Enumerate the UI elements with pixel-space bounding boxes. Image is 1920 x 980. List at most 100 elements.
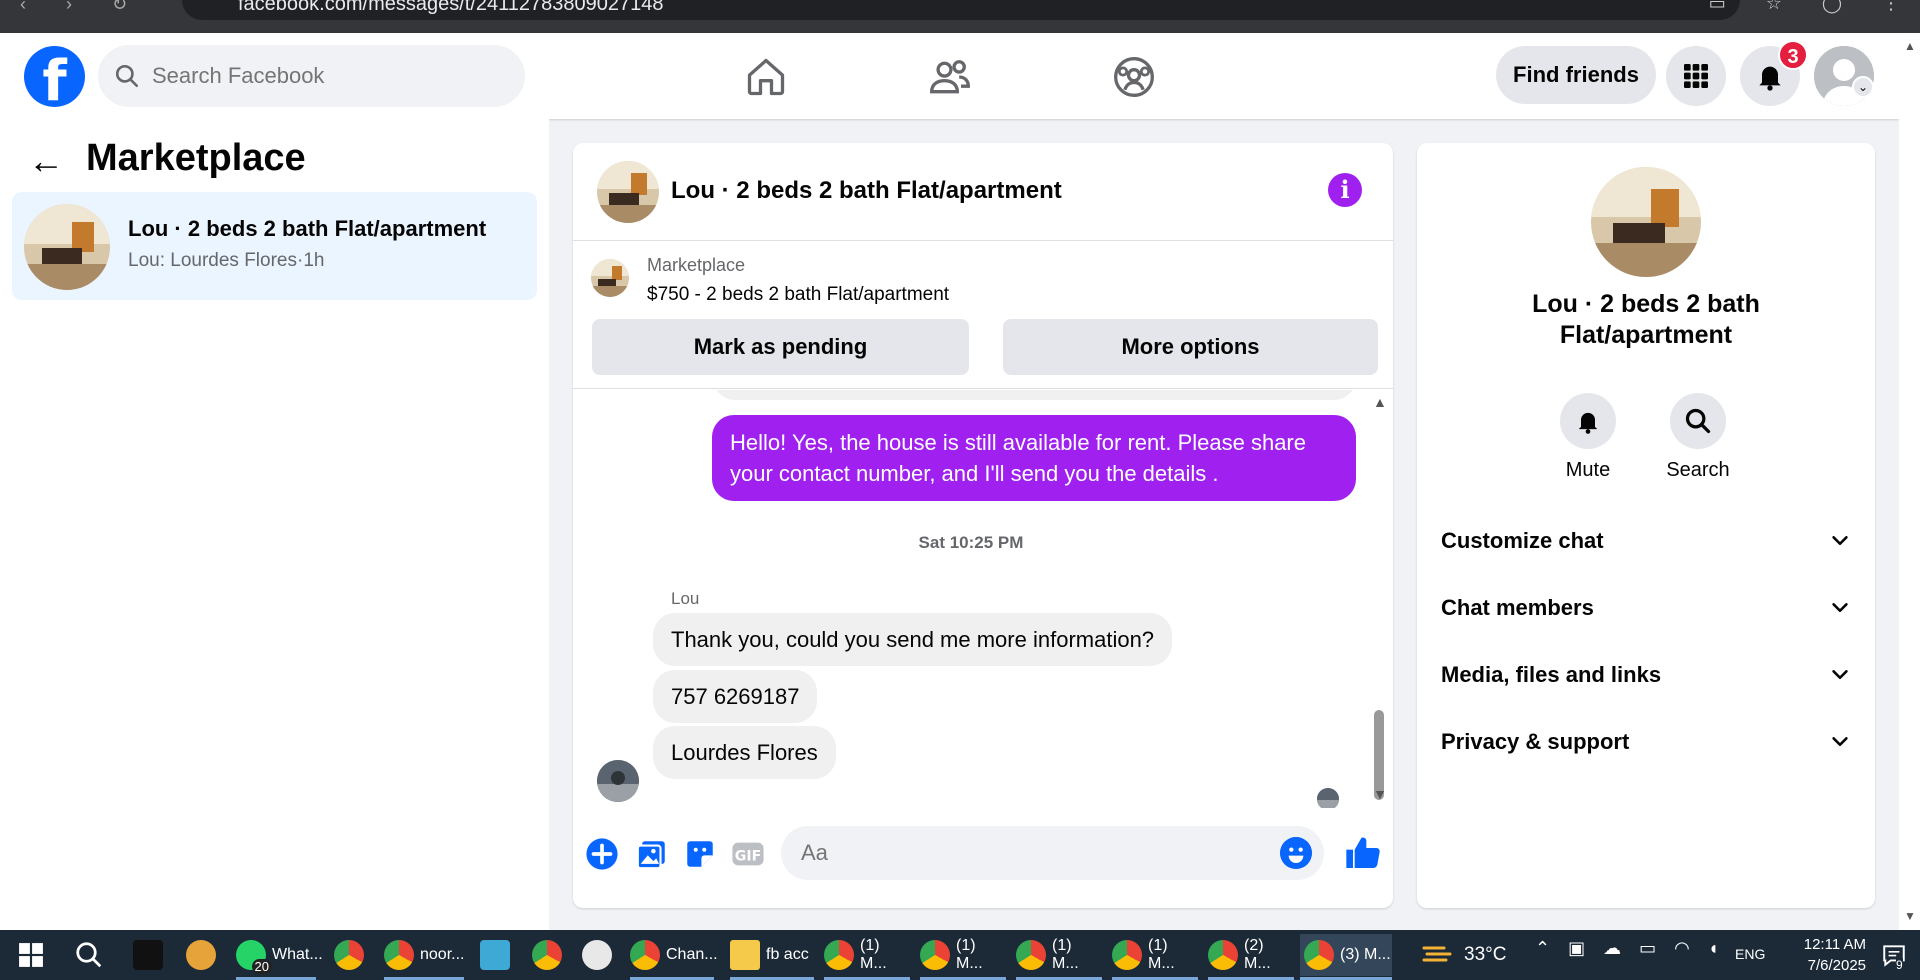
find-friends-button[interactable]: Find friends — [1496, 46, 1656, 104]
tray-volume-icon[interactable]: ◖ — [1708, 938, 1719, 959]
message-list[interactable]: Hello! Yes, the house is still available… — [573, 390, 1393, 808]
listing-small-thumbnail[interactable] — [591, 259, 629, 297]
taskbar-chrome[interactable] — [532, 934, 568, 976]
taskbar-folder-window[interactable]: fb acc — [730, 934, 814, 980]
listing-price-title[interactable]: $750 - 2 beds 2 bath Flat/apartment — [647, 284, 949, 306]
grid-menu-icon — [1684, 64, 1708, 88]
taskbar-chrome-window[interactable]: Chan... — [630, 934, 718, 980]
emoji-icon[interactable] — [1280, 837, 1312, 869]
star-icon[interactable]: ☆ — [1766, 0, 1782, 12]
incoming-message[interactable]: 757 6269187 — [653, 670, 818, 723]
menu-button[interactable] — [1666, 46, 1726, 106]
notification-count-badge: 3 — [1778, 40, 1808, 70]
facebook-header: f Find friends 3 ⌄ — [0, 33, 1899, 119]
tray-chevron-icon[interactable]: ⌃ — [1535, 938, 1550, 959]
chrome-icon — [630, 940, 660, 970]
mark-as-pending-button[interactable]: Mark as pending — [592, 319, 969, 375]
taskbar-chrome-window[interactable]: (1) M... — [1112, 934, 1198, 980]
section-chat-members[interactable]: Chat members — [1441, 588, 1851, 628]
info-icon[interactable]: i — [1328, 173, 1362, 207]
scroll-down-icon[interactable]: ▼ — [1373, 786, 1387, 802]
section-privacy-support[interactable]: Privacy & support — [1441, 722, 1851, 762]
search-input[interactable] — [152, 63, 492, 89]
reload-icon[interactable]: ↻ — [112, 0, 127, 18]
more-options-button[interactable]: More options — [1003, 319, 1378, 375]
message-input[interactable] — [781, 826, 1324, 880]
profile-icon[interactable]: ◯ — [1822, 0, 1842, 12]
chat-title[interactable]: Lou · 2 beds 2 bath Flat/apartment — [671, 177, 1062, 205]
tray-device-icon[interactable]: ▣ — [1568, 938, 1585, 959]
chat-window: Lou · 2 beds 2 bath Flat/apartment i Mar… — [573, 143, 1393, 908]
chat-scrollbar[interactable]: ▲ ▼ — [1369, 390, 1389, 808]
photo-icon[interactable] — [635, 837, 669, 871]
gif-icon[interactable]: GIF — [731, 837, 765, 871]
search-button[interactable] — [1670, 393, 1726, 449]
taskbar-pinned-app[interactable] — [186, 934, 222, 976]
scroll-up-icon[interactable]: ▲ — [1373, 394, 1387, 410]
chevron-down-icon — [1832, 670, 1848, 680]
nav-friends[interactable] — [924, 51, 976, 103]
search-action[interactable]: Search — [1643, 393, 1753, 482]
mute-label: Mute — [1565, 459, 1611, 481]
message-timestamp: Sat 10:25 PM — [918, 533, 1024, 552]
taskbar-chrome-window[interactable]: (2) M... — [1208, 934, 1294, 980]
taskbar-pinned-app[interactable] — [133, 934, 169, 976]
taskbar-label: (3) M... — [1340, 946, 1391, 963]
sticker-icon[interactable] — [683, 837, 717, 871]
section-media-files-links[interactable]: Media, files and links — [1441, 655, 1851, 695]
page-scrollbar[interactable]: ▲ ▼ — [1899, 33, 1920, 930]
page-scroll-up-icon[interactable]: ▲ — [1904, 39, 1916, 53]
taskbar-whatsapp[interactable]: 20 What... — [236, 934, 323, 980]
windows-start-icon[interactable] — [18, 942, 44, 968]
back-icon[interactable]: ‹ — [20, 0, 26, 18]
taskbar-chrome-window[interactable]: (1) M... — [920, 934, 1006, 980]
chat-header: Lou · 2 beds 2 bath Flat/apartment i — [573, 143, 1393, 241]
windows-taskbar: 20 What... noor... Chan... fb acc (1) M.… — [0, 930, 1920, 980]
conversation-item[interactable]: Lou · 2 beds 2 bath Flat/apartment Lou: … — [12, 192, 537, 300]
menu-icon[interactable]: ⋮ — [1882, 0, 1900, 12]
system-clock[interactable]: 12:11 AM 7/6/2025 — [1778, 934, 1866, 976]
notification-center-icon[interactable] — [1880, 942, 1908, 968]
tray-battery-icon[interactable]: ▭ — [1639, 938, 1656, 959]
taskbar-search-icon[interactable] — [74, 940, 104, 970]
taskbar-chrome-window[interactable]: (1) M... — [824, 934, 910, 980]
search-label: Search — [1666, 459, 1730, 481]
nav-home[interactable] — [740, 51, 792, 103]
sender-avatar[interactable] — [597, 760, 639, 802]
details-listing-thumbnail[interactable] — [1591, 167, 1701, 277]
nav-groups[interactable] — [1108, 51, 1160, 103]
tray-wifi-icon[interactable]: ◠ — [1674, 938, 1690, 959]
tray-onedrive-icon[interactable]: ☁ — [1603, 938, 1621, 959]
forward-icon[interactable]: › — [66, 0, 72, 18]
plus-circle-icon[interactable] — [585, 837, 619, 871]
chat-listing-thumbnail[interactable] — [597, 161, 659, 223]
address-bar[interactable]: facebook.com/messages/t/2411278380902714… — [182, 0, 1740, 20]
weather-widget[interactable]: 33°C — [1422, 936, 1506, 974]
thumbs-up-icon[interactable] — [1343, 833, 1383, 873]
mute-action[interactable]: Mute — [1533, 393, 1643, 482]
notifications-button[interactable]: 3 — [1740, 40, 1808, 106]
back-arrow-icon[interactable]: ← — [28, 141, 68, 181]
mute-button[interactable] — [1560, 393, 1616, 449]
chevron-down-icon — [1832, 737, 1848, 747]
incoming-message[interactable]: Lourdes Flores — [653, 726, 836, 779]
chevron-down-icon — [1832, 536, 1848, 546]
taskbar-chrome-window-active[interactable]: (3) M... — [1300, 934, 1392, 980]
outgoing-message[interactable]: Hello! Yes, the house is still available… — [712, 415, 1356, 501]
search-icon — [1685, 408, 1711, 434]
page-scroll-down-icon[interactable]: ▼ — [1904, 909, 1916, 923]
taskbar-chrome[interactable] — [334, 934, 370, 976]
account-chevron-icon[interactable]: ⌄ — [1852, 76, 1874, 98]
taskbar-notes[interactable] — [480, 934, 516, 976]
incoming-message[interactable]: Thank you, could you send me more inform… — [653, 613, 1173, 666]
section-customize-chat[interactable]: Customize chat — [1441, 521, 1851, 561]
chrome-icon — [1112, 940, 1142, 970]
notification-center-count: 9 — [1896, 958, 1903, 972]
taskbar-chrome-window[interactable]: (1) M... — [1016, 934, 1102, 980]
taskbar-chrome-window[interactable]: noor... — [384, 934, 464, 980]
language-indicator[interactable]: ENG — [1735, 946, 1765, 962]
install-icon[interactable]: ▭ — [1709, 0, 1726, 12]
facebook-logo-icon[interactable]: f — [24, 46, 85, 107]
search-box[interactable] — [98, 45, 525, 107]
taskbar-paint[interactable] — [582, 934, 618, 976]
